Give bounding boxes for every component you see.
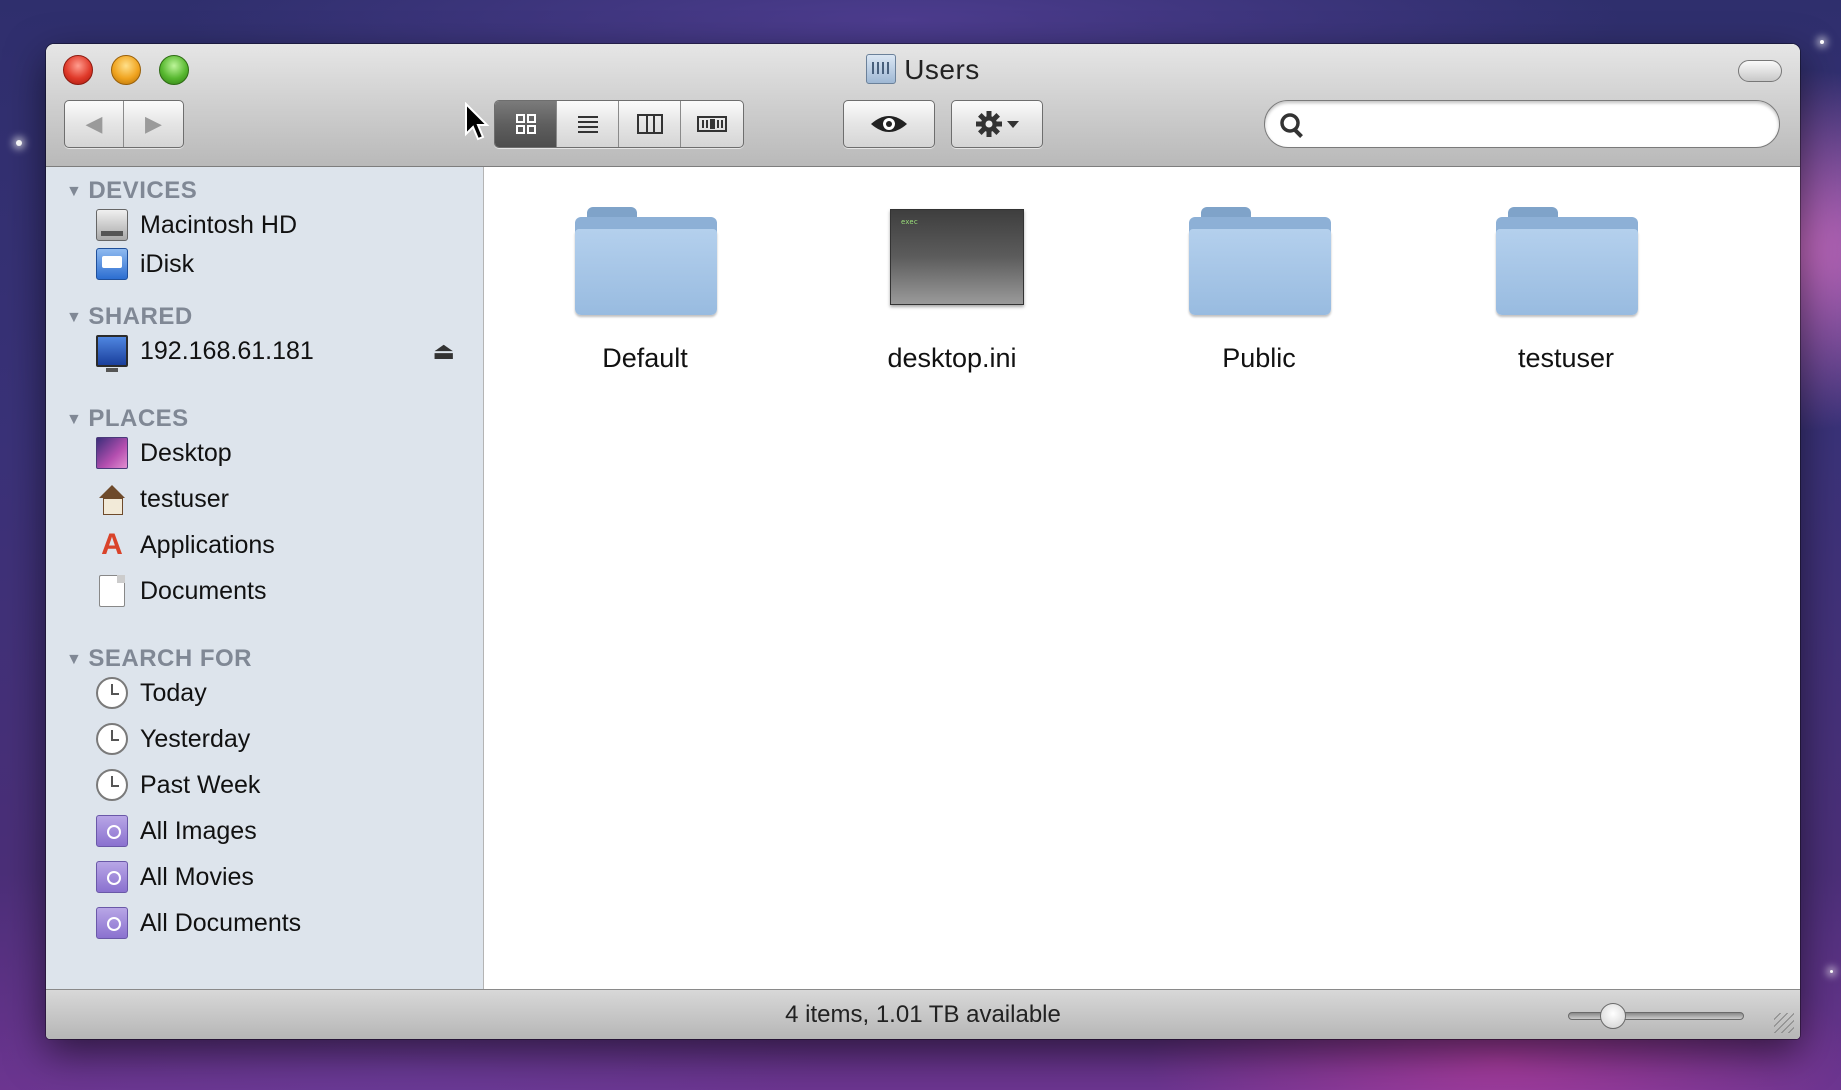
gear-icon <box>976 111 1002 137</box>
sidebar-item-desktop[interactable]: Desktop <box>96 433 476 473</box>
star-decoration <box>16 140 22 146</box>
clock-icon <box>96 677 128 709</box>
smart-folder-icon <box>96 815 128 847</box>
desktop-icon <box>96 437 128 469</box>
clock-icon <box>96 723 128 755</box>
sidebar-item-all-movies[interactable]: All Movies <box>96 857 476 897</box>
sidebar-section-shared[interactable]: ▼ SHARED <box>66 303 193 331</box>
window-title-text: Users <box>904 54 980 85</box>
executable-file-icon: exec <box>890 209 1024 305</box>
folder-icon <box>575 207 717 317</box>
icon-size-slider-knob[interactable] <box>1600 1003 1626 1029</box>
folder-icon <box>1189 207 1331 317</box>
sidebar-item-idisk[interactable]: iDisk <box>96 244 476 284</box>
file-name: Default <box>602 343 688 373</box>
column-view-button[interactable] <box>619 101 681 147</box>
sidebar-item-network-server[interactable]: 192.168.61.181 <box>96 331 476 372</box>
users-folder-icon <box>866 54 897 84</box>
search-field[interactable] <box>1264 100 1780 148</box>
documents-icon <box>99 575 125 607</box>
star-decoration <box>1830 970 1833 973</box>
sidebar: ▼ DEVICES Macintosh HD iDisk ▼ SHARED 192.… <box>46 167 484 989</box>
mouse-pointer-icon <box>465 102 490 141</box>
disclosure-triangle-icon: ▼ <box>66 651 83 668</box>
status-text: 4 items, 1.01 TB available <box>785 1001 1061 1028</box>
sidebar-item-applications[interactable]: A Applications <box>96 525 476 565</box>
forward-arrow-icon: ▶ <box>145 111 162 136</box>
disclosure-triangle-icon: ▼ <box>66 411 83 428</box>
resize-grip-icon[interactable] <box>1774 1013 1794 1033</box>
idisk-icon <box>96 248 128 280</box>
status-bar: 4 items, 1.01 TB available <box>46 989 1800 1039</box>
back-arrow-icon: ◀ <box>85 111 103 136</box>
file-browser: Default exec desktop.ini Public testuser <box>485 167 1800 989</box>
file-item-public[interactable]: Public <box>1109 167 1409 427</box>
sidebar-item-documents[interactable]: Documents <box>96 571 476 611</box>
eject-icon[interactable]: ⏏ <box>432 337 455 366</box>
columns-icon <box>636 114 663 134</box>
search-input[interactable] <box>1315 107 1755 141</box>
quick-look-group <box>843 100 935 148</box>
list-lines-icon <box>577 116 598 133</box>
icon-grid-icon <box>515 114 536 134</box>
file-name: desktop.ini <box>887 343 1017 373</box>
back-button[interactable]: ◀ <box>65 101 124 147</box>
clock-icon <box>96 769 128 801</box>
smart-folder-icon <box>96 907 128 939</box>
hard-drive-icon <box>96 209 128 241</box>
chevron-down-icon <box>1007 121 1019 128</box>
sidebar-item-yesterday[interactable]: Yesterday <box>96 719 476 759</box>
cover-flow-button[interactable] <box>681 101 743 147</box>
file-item-desktop-ini[interactable]: exec desktop.ini <box>802 167 1102 427</box>
applications-icon: A <box>101 528 123 561</box>
sidebar-item-all-images[interactable]: All Images <box>96 811 476 851</box>
quick-look-button[interactable] <box>844 101 934 147</box>
smart-folder-icon <box>96 861 128 893</box>
sidebar-item-macintosh-hd[interactable]: Macintosh HD <box>96 205 476 245</box>
list-view-button[interactable] <box>557 101 619 147</box>
icon-view-button[interactable] <box>495 101 557 147</box>
star-decoration <box>1820 40 1824 44</box>
action-menu-group <box>951 100 1043 148</box>
action-menu-button[interactable] <box>952 101 1042 147</box>
folder-icon <box>1496 207 1638 317</box>
eye-icon <box>871 116 907 132</box>
sidebar-item-all-documents[interactable]: All Documents <box>96 903 476 943</box>
disclosure-triangle-icon: ▼ <box>66 183 83 200</box>
toolbar-toggle-button[interactable] <box>1738 60 1782 82</box>
finder-window: Users ◀ ▶ ▼ DEVICES Macintosh HD iDisk ▼… <box>46 44 1800 1039</box>
sidebar-section-devices[interactable]: ▼ DEVICES <box>66 177 197 205</box>
sidebar-section-places[interactable]: ▼ PLACES <box>66 405 189 433</box>
file-name: Public <box>1222 343 1296 373</box>
network-computer-icon <box>96 335 128 372</box>
search-icon <box>1280 113 1303 138</box>
sidebar-item-testuser[interactable]: testuser <box>96 479 476 519</box>
sidebar-item-past-week[interactable]: Past Week <box>96 765 476 805</box>
toolbar: Users ◀ ▶ <box>46 44 1800 167</box>
view-mode-group <box>494 100 744 148</box>
file-name: testuser <box>1517 343 1615 373</box>
file-item-testuser[interactable]: testuser <box>1416 167 1716 427</box>
file-item-default[interactable]: Default <box>495 167 795 427</box>
sidebar-section-search-for[interactable]: ▼ SEARCH FOR <box>66 645 252 673</box>
forward-button[interactable]: ▶ <box>124 101 183 147</box>
home-icon <box>96 483 128 515</box>
disclosure-triangle-icon: ▼ <box>66 309 83 326</box>
icon-size-slider[interactable] <box>1568 1012 1744 1020</box>
sidebar-item-today[interactable]: Today <box>96 673 476 713</box>
cover-flow-icon <box>697 116 727 132</box>
window-title: Users <box>46 54 1800 86</box>
back-forward-group: ◀ ▶ <box>64 100 184 148</box>
